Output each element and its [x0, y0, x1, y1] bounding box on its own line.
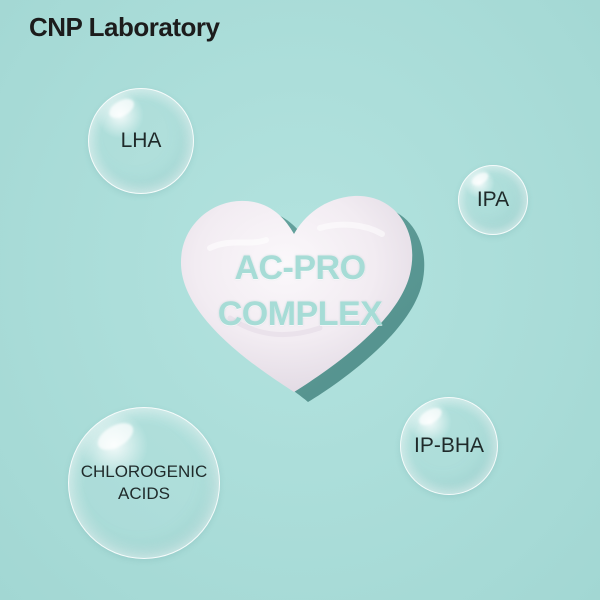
- heart-title-line1: AC-PRO: [234, 249, 366, 287]
- heart-graphic: AC-PRO COMPLEX: [170, 188, 430, 408]
- bubble-label-chlorogenic-line2: ACIDS: [118, 484, 170, 503]
- bubble-ipa: IPA: [458, 165, 528, 235]
- bubble-lha: LHA: [88, 88, 194, 194]
- background: CNP Laboratory LHA IPA AC-PRO COMPLEX IP…: [0, 0, 600, 600]
- bubble-label-lha: LHA: [120, 129, 162, 153]
- bubble-ip-bha: IP-BHA: [400, 397, 498, 495]
- bubble-label-ipa: IPA: [476, 188, 510, 212]
- bubble-label-chlorogenic-acids: CHLOROGENIC ACIDS: [81, 461, 208, 505]
- bubble-label-ip-bha: IP-BHA: [413, 434, 484, 458]
- brand-logo: CNP Laboratory: [29, 12, 220, 42]
- bubble-label-chlorogenic-line1: CHLOROGENIC: [80, 461, 208, 481]
- heart-title-line2: COMPLEX: [217, 295, 383, 333]
- bubble-chlorogenic-acids: CHLOROGENIC ACIDS: [68, 407, 220, 559]
- heart-title: AC-PRO COMPLEX: [170, 245, 430, 337]
